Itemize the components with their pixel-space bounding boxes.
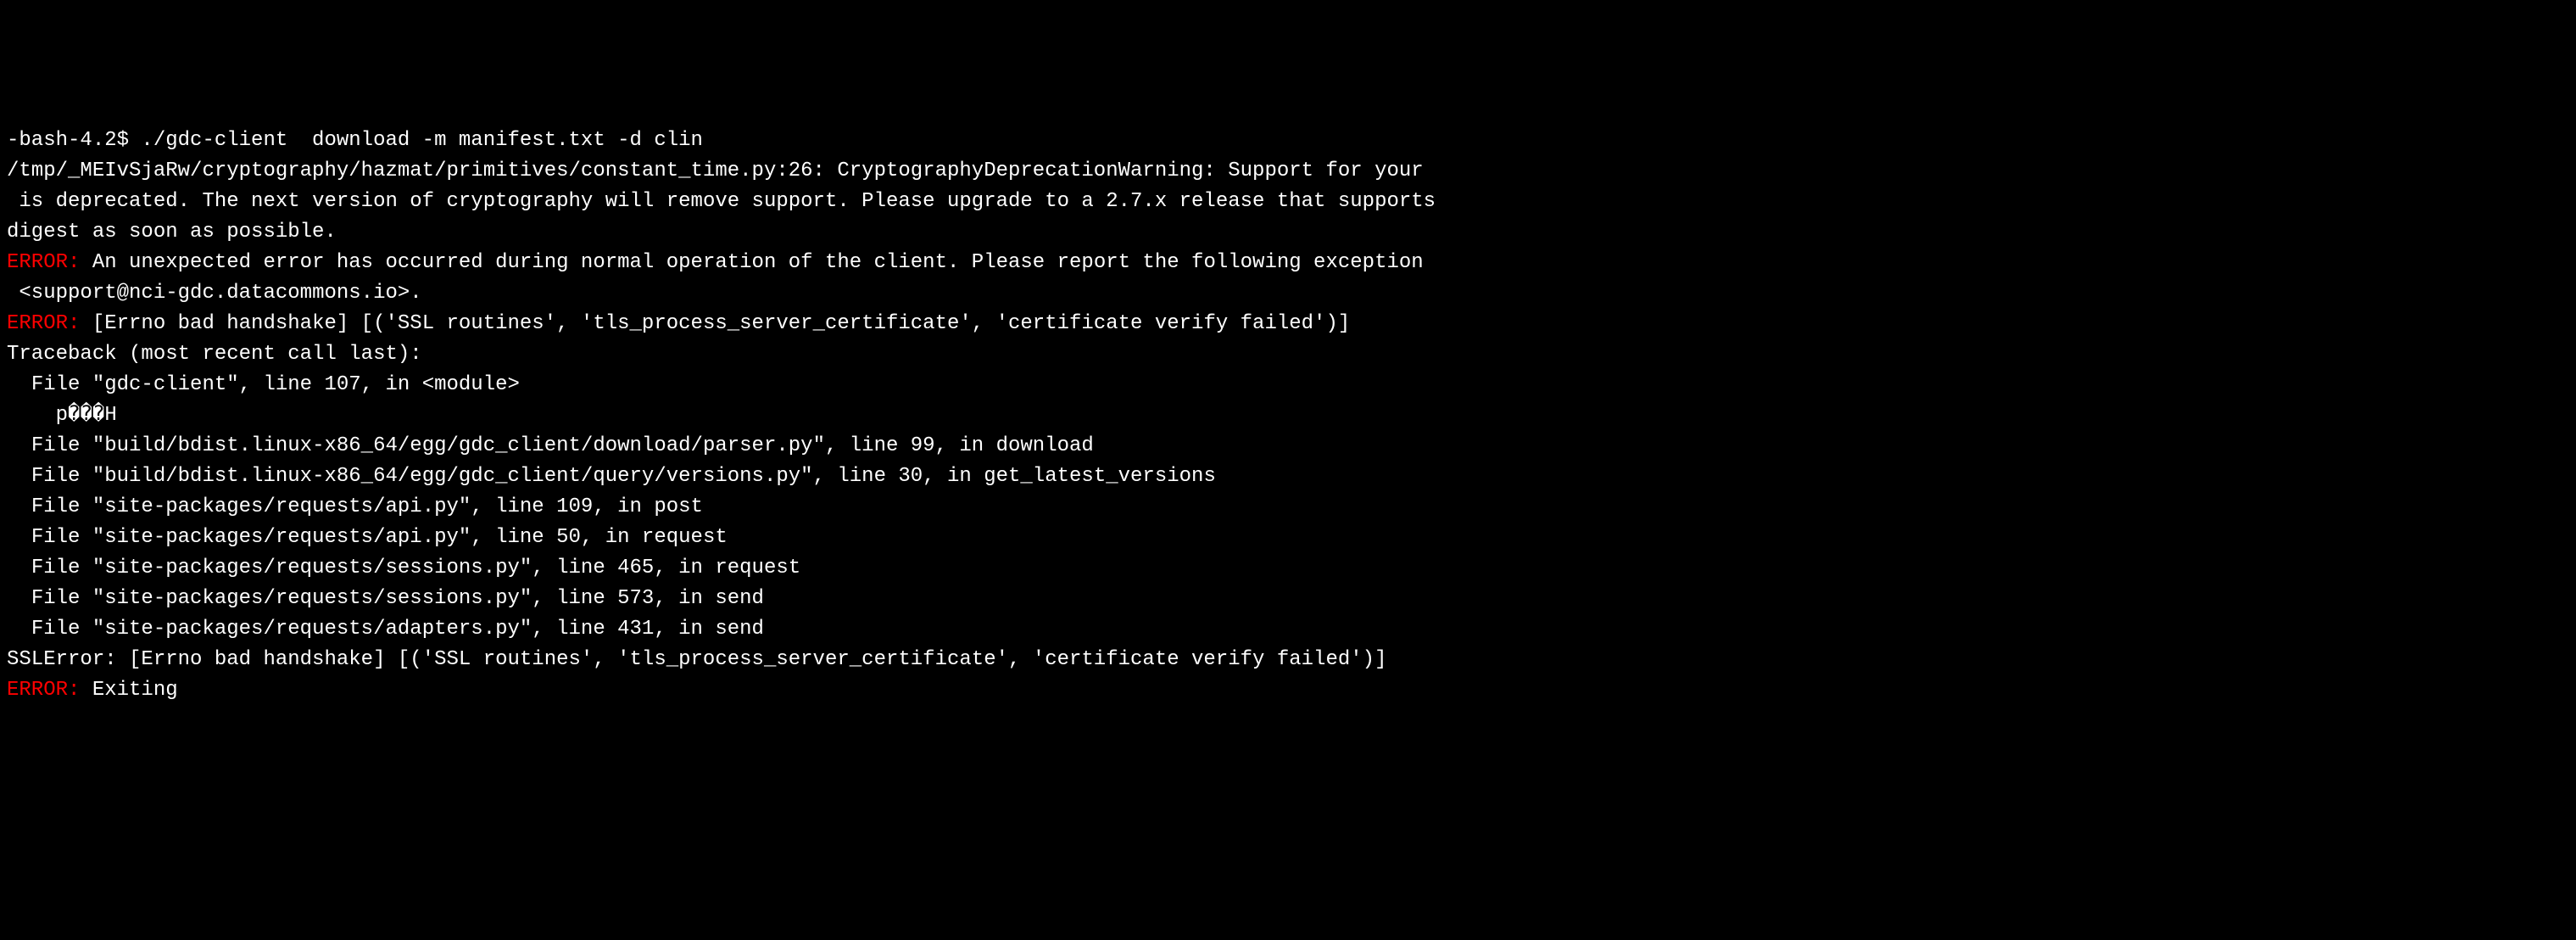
error-label: ERROR: bbox=[7, 312, 80, 335]
terminal-line: ERROR: Exiting bbox=[7, 675, 2569, 706]
terminal-line: File "site-packages/requests/sessions.py… bbox=[7, 553, 2569, 584]
terminal-line: File "build/bdist.linux-x86_64/egg/gdc_c… bbox=[7, 431, 2569, 462]
terminal-text: p���H bbox=[7, 404, 117, 427]
terminal-line: <support@nci-gdc.datacommons.io>. bbox=[7, 278, 2569, 309]
terminal-text: File "site-packages/requests/sessions.py… bbox=[7, 557, 800, 579]
terminal-text: <support@nci-gdc.datacommons.io>. bbox=[7, 282, 422, 305]
terminal-text: An unexpected error has occurred during … bbox=[80, 251, 1423, 274]
terminal-text: /tmp/_MEIvSjaRw/cryptography/hazmat/prim… bbox=[7, 159, 1424, 182]
terminal-line: /tmp/_MEIvSjaRw/cryptography/hazmat/prim… bbox=[7, 156, 2569, 187]
terminal-text: File "gdc-client", line 107, in <module> bbox=[7, 373, 520, 396]
terminal-text: [Errno bad handshake] [('SSL routines', … bbox=[80, 312, 1350, 335]
terminal-text: File "site-packages/requests/api.py", li… bbox=[7, 495, 703, 518]
terminal-line: is deprecated. The next version of crypt… bbox=[7, 187, 2569, 217]
terminal-line: File "site-packages/requests/sessions.py… bbox=[7, 584, 2569, 614]
terminal-text: Traceback (most recent call last): bbox=[7, 343, 422, 366]
terminal-text: -bash-4.2$ ./gdc-client download -m mani… bbox=[7, 129, 703, 152]
terminal-output: -bash-4.2$ ./gdc-client download -m mani… bbox=[7, 126, 2569, 706]
terminal-text: digest as soon as possible. bbox=[7, 221, 337, 243]
terminal-line: File "site-packages/requests/api.py", li… bbox=[7, 523, 2569, 553]
terminal-line: ERROR: An unexpected error has occurred … bbox=[7, 248, 2569, 278]
terminal-text: SSLError: [Errno bad handshake] [('SSL r… bbox=[7, 648, 1386, 671]
terminal-line: -bash-4.2$ ./gdc-client download -m mani… bbox=[7, 126, 2569, 156]
terminal-text: is deprecated. The next version of crypt… bbox=[7, 190, 1436, 213]
terminal-text: File "site-packages/requests/api.py", li… bbox=[7, 526, 728, 549]
terminal-text: File "site-packages/requests/adapters.py… bbox=[7, 618, 764, 641]
terminal-line: Traceback (most recent call last): bbox=[7, 339, 2569, 370]
terminal-text: Exiting bbox=[80, 679, 177, 702]
terminal-line: ERROR: [Errno bad handshake] [('SSL rout… bbox=[7, 309, 2569, 339]
terminal-line: File "site-packages/requests/api.py", li… bbox=[7, 492, 2569, 523]
terminal-line: File "site-packages/requests/adapters.py… bbox=[7, 614, 2569, 645]
terminal-text: File "site-packages/requests/sessions.py… bbox=[7, 587, 764, 610]
terminal-line: File "gdc-client", line 107, in <module> bbox=[7, 370, 2569, 400]
error-label: ERROR: bbox=[7, 251, 80, 274]
terminal-line: p���H bbox=[7, 400, 2569, 431]
terminal-text: File "build/bdist.linux-x86_64/egg/gdc_c… bbox=[7, 465, 1216, 488]
terminal-line: SSLError: [Errno bad handshake] [('SSL r… bbox=[7, 645, 2569, 675]
terminal-text: File "build/bdist.linux-x86_64/egg/gdc_c… bbox=[7, 434, 1094, 457]
terminal-line: File "build/bdist.linux-x86_64/egg/gdc_c… bbox=[7, 462, 2569, 492]
error-label: ERROR: bbox=[7, 679, 80, 702]
terminal-line: digest as soon as possible. bbox=[7, 217, 2569, 248]
